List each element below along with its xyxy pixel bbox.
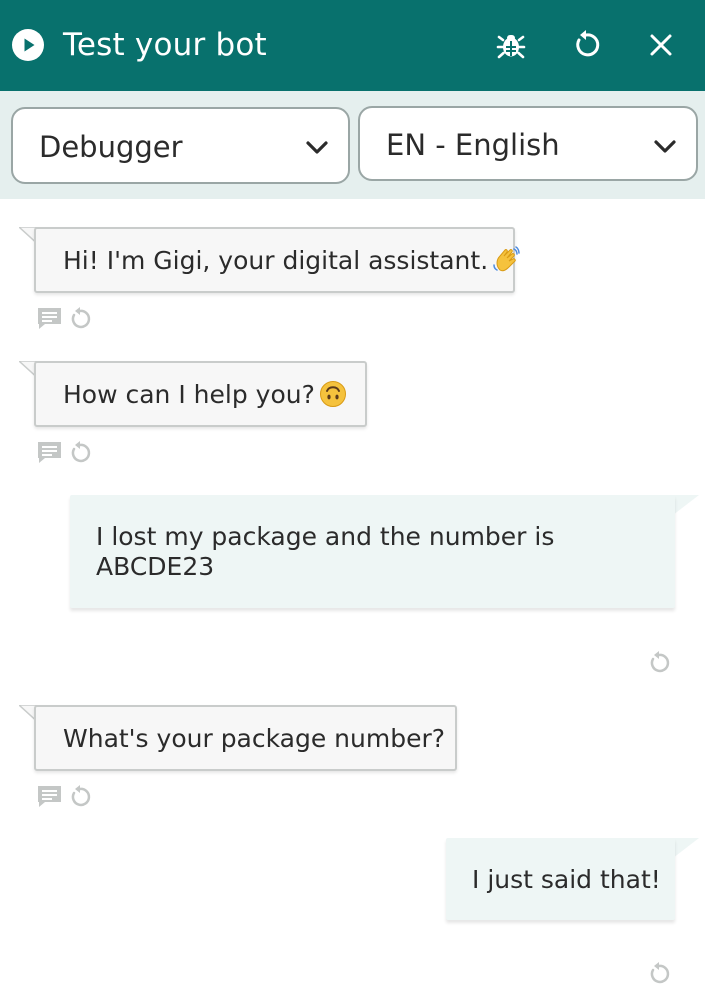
message-text: What's your package number?	[63, 724, 446, 753]
upside-down-face-icon	[319, 381, 346, 407]
retry-icon[interactable]	[647, 650, 671, 675]
header-title: Test your bot	[63, 27, 267, 63]
reset-button[interactable]	[569, 28, 603, 62]
message-text: How can I help you?	[63, 379, 347, 411]
retry-icon[interactable]	[647, 961, 671, 986]
message-actions	[36, 306, 96, 332]
language-select-value: EN - English	[386, 128, 560, 162]
retry-icon[interactable]	[68, 784, 92, 809]
bot-message: What's your package number?	[34, 705, 457, 771]
bug-icon	[496, 35, 526, 59]
chevron-down-icon	[306, 141, 328, 154]
close-button[interactable]	[644, 28, 678, 62]
mode-select[interactable]: Debugger	[11, 107, 350, 184]
comment-icon[interactable]	[36, 440, 63, 465]
bot-message: How can I help you?	[34, 361, 367, 427]
play-circle-icon	[12, 29, 44, 61]
user-message: I just said that!	[446, 838, 675, 920]
close-icon	[650, 34, 672, 56]
user-message: I lost my package and the number is ABCD…	[70, 495, 675, 608]
debug-button[interactable]	[494, 28, 528, 62]
waving-hand-icon	[493, 246, 520, 272]
retry-icon[interactable]	[68, 306, 92, 331]
bot-message: Hi! I'm Gigi, your digital assistant.	[34, 227, 520, 293]
message-text: Hi! I'm Gigi, your digital assistant.	[63, 245, 520, 277]
comment-icon[interactable]	[36, 306, 63, 331]
retry-icon[interactable]	[68, 440, 92, 465]
chevron-down-icon	[654, 140, 676, 153]
language-select[interactable]: EN - English	[358, 106, 698, 181]
comment-icon[interactable]	[36, 784, 63, 809]
message-text-line: ABCDE23	[96, 552, 215, 581]
bubble-tail	[673, 495, 699, 515]
message-actions	[36, 440, 96, 466]
bubble-tail	[673, 838, 699, 858]
chat-header: Test your bot	[0, 0, 705, 91]
message-text-line: I lost my package and the number is	[96, 522, 555, 551]
reset-icon	[576, 30, 600, 57]
message-text: I just said that!	[472, 865, 661, 894]
mode-select-value: Debugger	[39, 130, 183, 164]
message-actions	[36, 784, 96, 810]
